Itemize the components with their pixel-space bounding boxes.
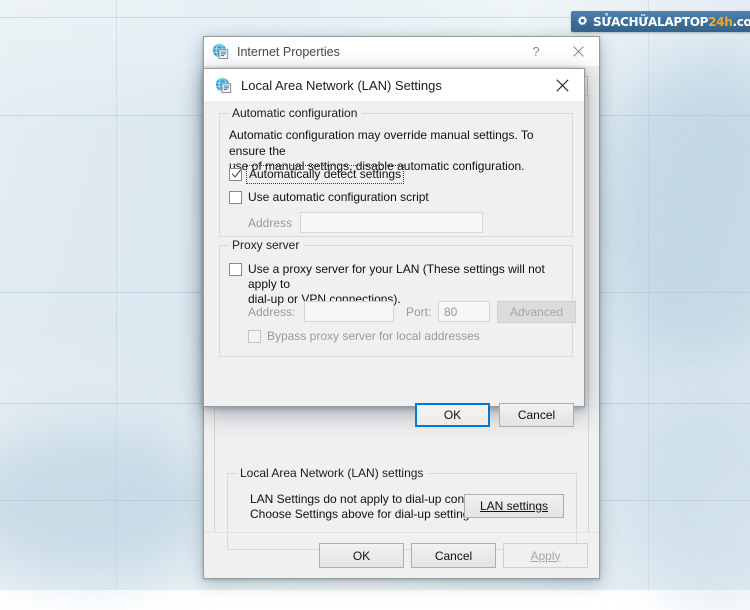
auto-detect-settings-label: Automatically detect settings [245, 165, 405, 184]
advanced-button[interactable]: Advanced [497, 301, 576, 323]
lan-dialog-titlebar[interactable]: Local Area Network (LAN) Settings [204, 69, 584, 101]
lan-settings-group-legend: Local Area Network (LAN) settings [237, 466, 429, 480]
wallpaper-shade [0, 430, 220, 580]
proxy-server-legend: Proxy server [229, 238, 305, 252]
automatic-configuration-legend: Automatic configuration [229, 106, 363, 120]
help-button[interactable]: ? [515, 37, 557, 66]
proxy-port-input[interactable]: 80 [438, 301, 490, 322]
checkmark-icon [231, 169, 242, 178]
use-proxy-server-checkbox[interactable] [229, 263, 242, 276]
internet-properties-title: Internet Properties [237, 44, 340, 59]
automatic-configuration-group: Automatic configuration Automatic config… [219, 106, 573, 237]
ip-apply-button[interactable]: Apply [503, 543, 588, 568]
gear-icon [577, 15, 588, 26]
watermark-text: SỬACHỮALAPTOP24h.com [593, 16, 750, 28]
close-icon[interactable] [540, 69, 584, 101]
internet-properties-titlebar-buttons: ? [515, 37, 599, 66]
watermark-text-accent: 24h [708, 14, 733, 29]
use-automatic-configuration-script-checkbox[interactable] [229, 191, 242, 204]
close-glyph [555, 78, 569, 92]
bypass-proxy-row[interactable]: Bypass proxy server for local addresses [248, 329, 480, 344]
script-address-input[interactable] [300, 212, 483, 233]
proxy-address-input[interactable] [304, 301, 394, 322]
bypass-proxy-checkbox[interactable] [248, 330, 261, 343]
site-watermark: SỬACHỮALAPTOP24h.com [571, 11, 750, 32]
ip-ok-button[interactable]: OK [319, 543, 404, 568]
script-address-label: Address [248, 216, 293, 230]
proxy-server-group: Proxy server Use a proxy server for your… [219, 238, 576, 357]
auto-detect-settings-checkbox[interactable] [229, 168, 242, 181]
lan-settings-button[interactable]: LAN settings [464, 494, 564, 518]
proxy-address-label: Address: [248, 305, 296, 319]
advanced-button-label: Advanced [509, 305, 564, 319]
lan-settings-dialog: Local Area Network (LAN) Settings Automa… [203, 68, 585, 427]
bypass-proxy-label: Bypass proxy server for local addresses [267, 329, 480, 343]
watermark-text-tld: .com [732, 14, 750, 29]
lan-ok-button[interactable]: OK [415, 403, 490, 427]
use-proxy-server-label-line1: Use a proxy server for your LAN (These s… [248, 262, 545, 291]
internet-properties-footer: OK Cancel Apply [204, 532, 599, 578]
ip-cancel-button[interactable]: Cancel [411, 543, 496, 568]
internet-properties-icon [215, 76, 232, 93]
use-automatic-configuration-script-row[interactable]: Use automatic configuration script [229, 190, 429, 205]
close-icon[interactable] [557, 37, 599, 66]
lan-cancel-button[interactable]: Cancel [499, 403, 574, 427]
wallpaper-shade [600, 60, 750, 360]
internet-properties-icon [212, 43, 229, 59]
internet-properties-titlebar[interactable]: Internet Properties ? [204, 37, 599, 66]
lan-dialog-body: Automatic configuration Automatic config… [204, 101, 584, 427]
use-automatic-configuration-script-label: Use automatic configuration script [248, 190, 429, 204]
proxy-port-label: Port: [406, 305, 432, 319]
watermark-text-main: SỬACHỮALAPTOP [593, 14, 709, 29]
lan-dialog-title: Local Area Network (LAN) Settings [241, 77, 442, 93]
ip-apply-button-label: Apply [530, 548, 561, 563]
close-glyph [572, 46, 584, 57]
auto-detect-settings-row[interactable]: Automatically detect settings [229, 165, 405, 184]
automatic-configuration-description-line1: Automatic configuration may override man… [229, 128, 534, 158]
lan-settings-button-label: LAN settings [479, 499, 549, 513]
